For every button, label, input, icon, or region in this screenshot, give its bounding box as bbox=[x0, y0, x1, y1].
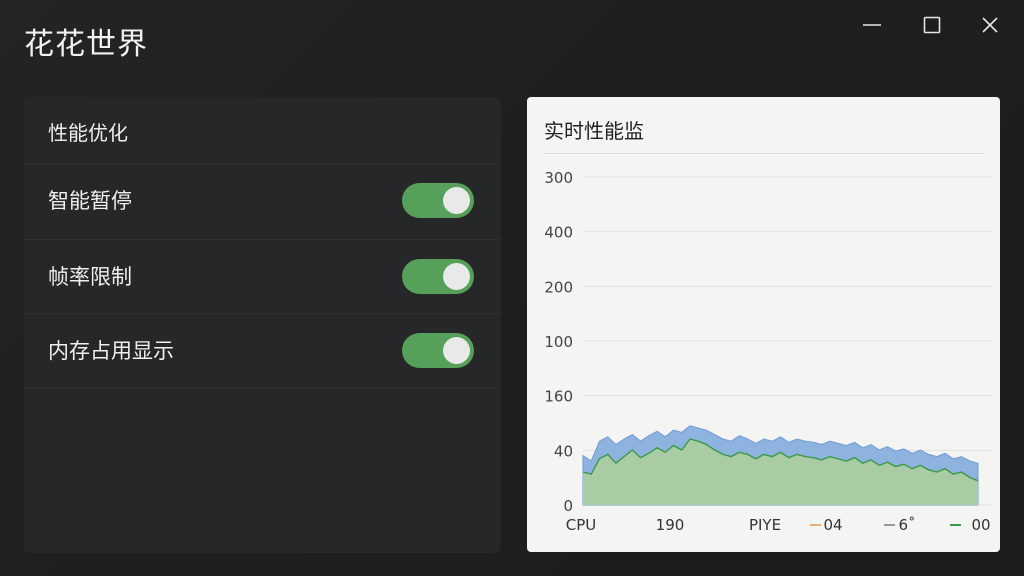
x-tick-label: 00 bbox=[971, 516, 990, 534]
performance-monitor-panel: 实时性能监 300 400 200 100 160 40 0 CPU 190 PIYE 04 6˚ 00 bbox=[527, 97, 1000, 552]
y-tick-label: 400 bbox=[544, 224, 573, 242]
memory-display-toggle[interactable] bbox=[402, 333, 474, 368]
y-tick-label: 160 bbox=[544, 388, 573, 406]
x-tick-label: 04 bbox=[823, 516, 842, 534]
app-title: 花花世界 bbox=[24, 27, 148, 62]
setting-label: 智能暂停 bbox=[48, 189, 132, 213]
toggle-knob bbox=[443, 263, 470, 290]
smart-pause-toggle[interactable] bbox=[402, 183, 474, 218]
y-tick-label: 0 bbox=[563, 497, 573, 515]
app-window: 花花世界 性能优化 智能暂停 帧率限制 内存占用显示 实时性能监 300 400… bbox=[0, 0, 1024, 576]
x-tick-label: CPU bbox=[566, 516, 597, 534]
setting-row-smart-pause: 智能暂停 bbox=[24, 163, 501, 238]
fps-limit-toggle[interactable] bbox=[402, 259, 474, 294]
toggle-knob bbox=[443, 337, 470, 364]
x-tick-label: 190 bbox=[656, 516, 685, 534]
close-icon bbox=[982, 17, 998, 33]
x-tick-label: PIYE bbox=[749, 516, 781, 534]
maximize-icon bbox=[923, 16, 941, 34]
setting-row-fps-limit: 帧率限制 bbox=[24, 239, 501, 314]
maximize-button[interactable] bbox=[912, 8, 952, 42]
y-tick-label: 200 bbox=[544, 278, 573, 296]
section-title: 性能优化 bbox=[48, 121, 128, 145]
settings-panel: 性能优化 智能暂停 帧率限制 内存占用显示 bbox=[24, 97, 501, 553]
toggle-knob bbox=[443, 187, 470, 214]
y-tick-label: 40 bbox=[554, 442, 573, 460]
setting-label: 内存占用显示 bbox=[48, 339, 174, 363]
minimize-button[interactable] bbox=[852, 8, 892, 42]
close-button[interactable] bbox=[970, 8, 1010, 42]
performance-chart: 300400200100160400CPU 190 PIYE 04 6˚ 00 bbox=[544, 169, 992, 534]
minimize-icon bbox=[863, 24, 881, 26]
y-tick-label: 300 bbox=[544, 169, 573, 187]
setting-label: 帧率限制 bbox=[48, 265, 132, 289]
x-tick-label: 6˚ bbox=[898, 516, 915, 534]
setting-row-memory-display: 内存占用显示 bbox=[24, 313, 501, 389]
y-tick-label: 100 bbox=[544, 333, 573, 351]
